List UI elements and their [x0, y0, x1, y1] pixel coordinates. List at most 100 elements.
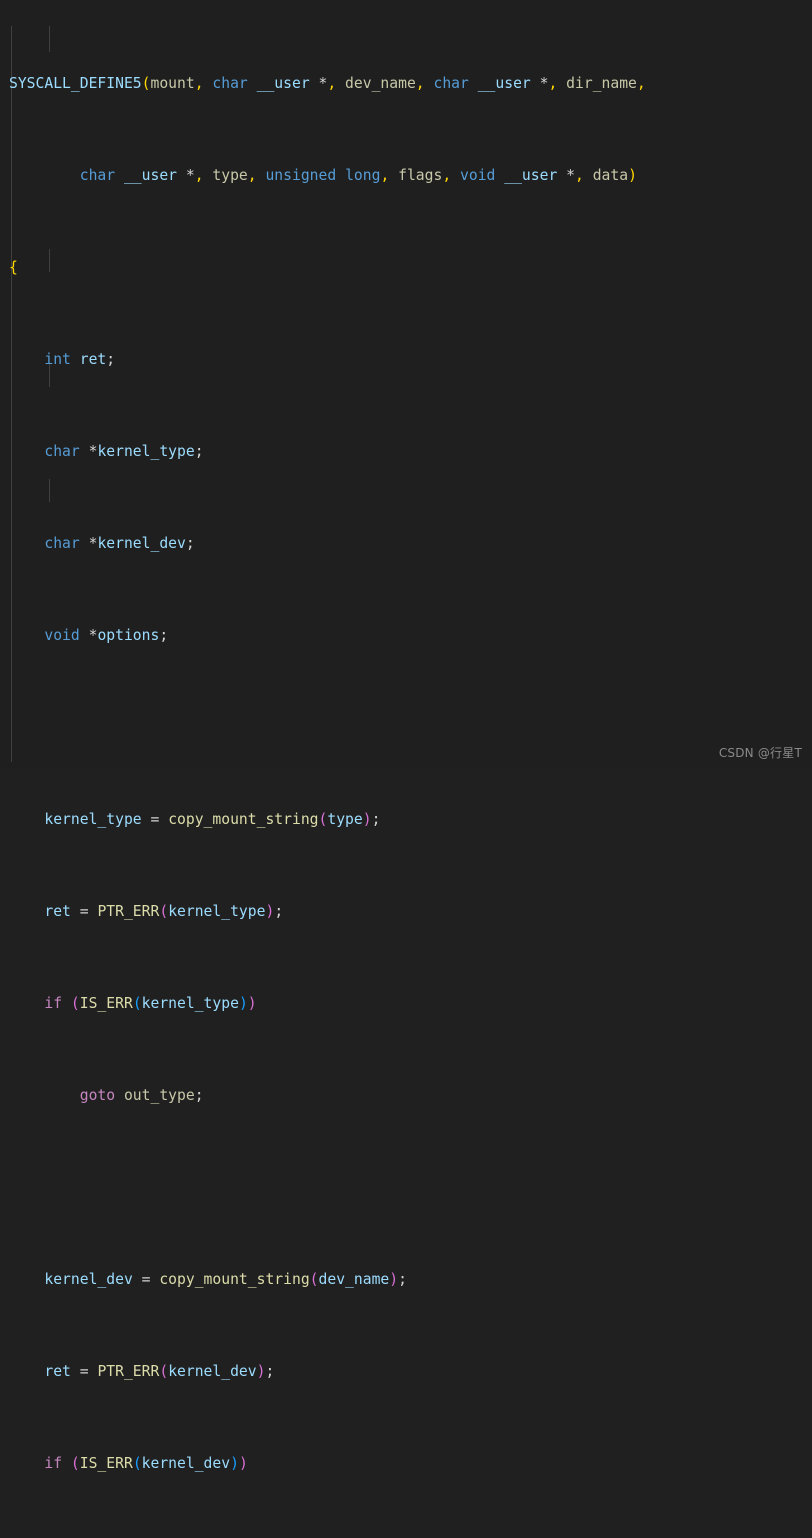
- token-is-err: IS_ERR: [79, 995, 133, 1012]
- token-dev-name: dev_name: [318, 1271, 390, 1288]
- token-copy-mount-string: copy_mount_string: [168, 811, 319, 828]
- token-unsigned: unsigned: [265, 167, 337, 184]
- token-int: int: [44, 351, 71, 368]
- token-paren-close: ): [265, 903, 275, 920]
- code-line-15[interactable]: ret = PTR_ERR(kernel_dev);: [0, 1360, 812, 1383]
- token-flags: flags: [398, 167, 443, 184]
- token-ptr-err: PTR_ERR: [97, 1363, 160, 1380]
- code-line-4[interactable]: int ret;: [0, 348, 812, 371]
- token-dir-name: dir_name: [566, 75, 637, 92]
- code-line-3[interactable]: {: [0, 256, 812, 279]
- token-ret: ret: [44, 903, 71, 920]
- code-line-10[interactable]: ret = PTR_ERR(kernel_type);: [0, 900, 812, 923]
- token-comma: ,: [415, 75, 425, 92]
- token-paren-open: (: [318, 811, 328, 828]
- token-paren-open: (: [159, 903, 169, 920]
- token-is-err: IS_ERR: [79, 1455, 133, 1472]
- code-line-blank[interactable]: [0, 716, 812, 739]
- token-options: options: [97, 627, 160, 644]
- code-line-6[interactable]: char *kernel_dev;: [0, 532, 812, 555]
- token-kernel-dev: kernel_dev: [97, 535, 186, 552]
- token-star: *: [566, 167, 575, 184]
- token-ret: ret: [44, 1363, 71, 1380]
- code-line-9[interactable]: kernel_type = copy_mount_string(type);: [0, 808, 812, 831]
- token-kernel-type: kernel_type: [44, 811, 142, 828]
- token-comma: ,: [194, 75, 204, 92]
- code-line-16[interactable]: if (IS_ERR(kernel_dev)): [0, 1452, 812, 1475]
- token-comma: ,: [380, 167, 390, 184]
- code-line-2[interactable]: char __user *, type, unsigned long, flag…: [0, 164, 812, 187]
- token-void: void: [44, 627, 80, 644]
- token-equals: =: [141, 1271, 151, 1288]
- code-block[interactable]: SYSCALL_DEFINE5 (mount, char __user *, de…: [0, 3, 812, 1538]
- token-kernel-type: kernel_type: [168, 903, 266, 920]
- code-line-11[interactable]: if (IS_ERR(kernel_type)): [0, 992, 812, 1015]
- token-out-type: out_type: [123, 1087, 195, 1104]
- token-semicolon: ;: [159, 627, 169, 644]
- token-semicolon: ;: [194, 1087, 204, 1104]
- token-paren-open: (: [159, 1363, 169, 1380]
- token-paren-open: (: [70, 1455, 80, 1472]
- code-line-blank[interactable]: [0, 1176, 812, 1199]
- token-data: data: [592, 167, 629, 184]
- token-paren-close: ): [256, 1363, 266, 1380]
- token-char: char: [433, 75, 469, 92]
- token-char: char: [44, 443, 80, 460]
- token-char: char: [44, 535, 80, 552]
- token-char: char: [79, 167, 116, 184]
- token-paren-close: ): [238, 995, 248, 1012]
- code-editor[interactable]: SYSCALL_DEFINE5 (mount, char __user *, de…: [0, 0, 812, 1472]
- token-paren-open: (: [309, 1271, 319, 1288]
- token-equals: =: [150, 811, 160, 828]
- code-line-14[interactable]: kernel_dev = copy_mount_string(dev_name)…: [0, 1268, 812, 1291]
- token-syscall-define5: SYSCALL_DEFINE5: [9, 75, 142, 92]
- token-ret: ret: [79, 351, 107, 368]
- token-kernel-dev: kernel_dev: [168, 1363, 257, 1380]
- token-type: type: [327, 811, 363, 828]
- token-equals: =: [79, 1363, 89, 1380]
- token-kernel-dev: kernel_dev: [141, 1455, 231, 1472]
- token-paren-close: ): [362, 811, 372, 828]
- token-paren-open: (: [132, 995, 142, 1012]
- code-line-12[interactable]: goto out_type;: [0, 1084, 812, 1107]
- token-if: if: [44, 995, 63, 1012]
- token-semicolon: ;: [265, 1363, 275, 1380]
- token-void: void: [460, 167, 496, 184]
- code-line-1[interactable]: SYSCALL_DEFINE5(mount, char __user *, de…: [0, 72, 812, 95]
- code-line-7[interactable]: void *options;: [0, 624, 812, 647]
- token-user-attr: __user: [477, 75, 531, 92]
- token-paren-close: ): [238, 1455, 248, 1472]
- token-comma: ,: [548, 75, 558, 92]
- code-line-5[interactable]: char *kernel_type;: [0, 440, 812, 463]
- token-type: type: [212, 167, 248, 184]
- token-semicolon: ;: [274, 903, 284, 920]
